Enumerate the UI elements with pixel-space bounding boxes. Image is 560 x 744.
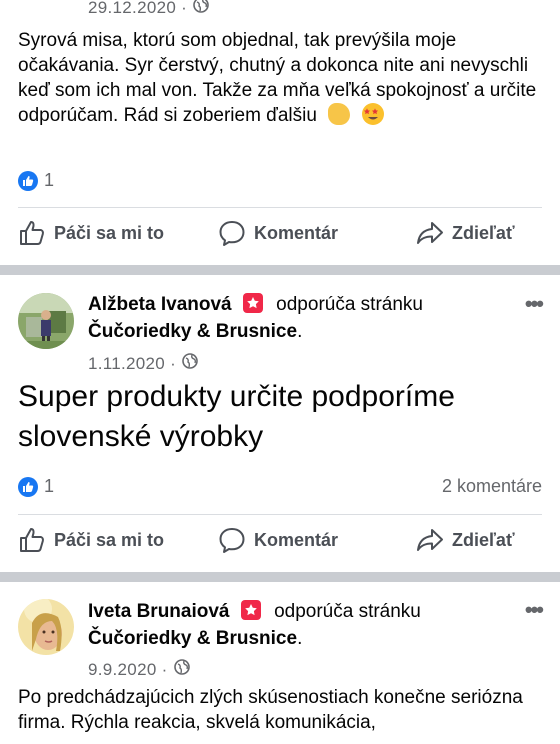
speech-bubble-icon (219, 221, 245, 246)
author-name[interactable]: Iveta Brunaiová (88, 601, 230, 622)
post-date: 1.11.2020 · (88, 353, 198, 374)
comment-label: Komentár (254, 222, 339, 243)
avatar[interactable] (18, 599, 74, 655)
post-date-text: 29.12.2020 · (88, 0, 188, 17)
review-post-3: Iveta Brunaiová odporúča stránku Čučorie… (0, 582, 560, 744)
divider (18, 514, 542, 515)
share-label: Zdieľať (452, 222, 515, 243)
post-header: Iveta Brunaiová odporúča stránku Čučorie… (18, 597, 544, 657)
comments-count[interactable]: 2 komentáre (442, 476, 542, 497)
post-date-text: 1.11.2020 · (88, 353, 177, 373)
recommends-text: odporúča stránku (274, 601, 421, 622)
comment-label: Komentár (254, 529, 339, 550)
star-badge-icon (242, 293, 263, 313)
post-date: 9.9.2020 · (88, 659, 190, 680)
post-date: 29.12.2020 · (88, 0, 209, 18)
action-bar: Páči sa mi to Komentár Zdieľať (0, 217, 560, 257)
like-button[interactable]: Páči sa mi to (18, 219, 164, 247)
review-post-1: 29.12.2020 · Syrová misa, ktorú som obje… (0, 0, 560, 265)
thumbs-up-icon (20, 221, 44, 245)
post-body: Syrová misa, ktorú som objednal, tak pre… (18, 30, 537, 126)
like-label: Páči sa mi to (54, 222, 165, 243)
share-label: Zdieľať (452, 529, 515, 550)
author-line: Alžbeta Ivanová odporúča stránku Čučorie… (88, 293, 423, 342)
avatar[interactable] (18, 293, 74, 349)
ok-hand-emoji-icon (328, 103, 351, 125)
page-name[interactable]: Čučoriedky & Brusnice (88, 628, 297, 649)
post-text: Super produkty určite podporíme slovensk… (18, 380, 455, 453)
like-reaction-icon (18, 170, 38, 191)
globe-icon (193, 0, 209, 18)
post-separator (0, 265, 560, 275)
reactions-row[interactable]: 1 (18, 170, 542, 191)
post-header: Alžbeta Ivanová odporúča stránku Čučorie… (18, 291, 544, 351)
post-separator (0, 572, 560, 582)
like-reaction-icon (18, 476, 38, 497)
globe-icon (173, 659, 190, 680)
globe-icon (182, 353, 198, 374)
thumbs-up-icon (20, 528, 44, 552)
share-arrow-icon (417, 529, 443, 551)
divider (18, 207, 542, 208)
comment-button[interactable]: Komentár (218, 219, 338, 247)
share-arrow-icon (417, 222, 443, 244)
like-label: Páči sa mi to (54, 529, 165, 550)
page-name[interactable]: Čučoriedky & Brusnice (88, 321, 297, 342)
like-button[interactable]: Páči sa mi to (18, 526, 164, 554)
author-name[interactable]: Alžbeta Ivanová (88, 294, 232, 315)
review-post-2: Alžbeta Ivanová odporúča stránku Čučorie… (0, 275, 560, 572)
reactions-row[interactable]: 1 2 komentáre (18, 476, 542, 497)
share-button[interactable]: Zdieľať (416, 526, 515, 554)
more-dots-icon[interactable]: ••• (525, 597, 544, 623)
comment-button[interactable]: Komentár (218, 526, 338, 554)
speech-bubble-icon (219, 528, 245, 553)
star-badge-icon (240, 600, 261, 620)
recommends-text: odporúča stránku (276, 294, 423, 315)
star-struck-emoji-icon (361, 103, 384, 125)
post-date-text: 9.9.2020 · (88, 659, 168, 679)
action-bar: Páči sa mi to Komentár Zdieľať (0, 524, 560, 564)
share-button[interactable]: Zdieľať (416, 219, 515, 247)
like-count: 1 (44, 476, 55, 496)
post-text: Syrová misa, ktorú som objednal, tak pre… (18, 28, 542, 128)
author-line: Iveta Brunaiová odporúča stránku Čučorie… (88, 600, 421, 649)
post-text: Po predchádzajúcich zlých skúsenostiach … (18, 687, 523, 733)
like-count: 1 (44, 170, 55, 190)
more-dots-icon[interactable]: ••• (525, 291, 544, 317)
